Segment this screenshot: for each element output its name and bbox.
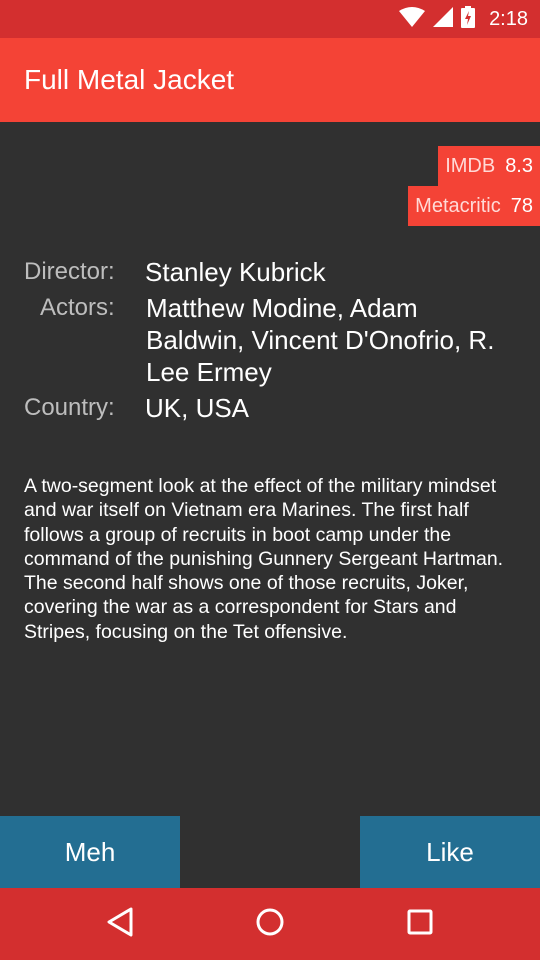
actors-label: Actors:: [40, 294, 115, 321]
country-value: UK, USA: [145, 393, 250, 423]
actors-value: Matthew Modine, Adam Baldwin, Vincent D'…: [146, 293, 495, 387]
director-label: Director:: [24, 258, 115, 285]
app-bar: Full Metal Jacket: [0, 38, 540, 122]
battery-charging-icon: [461, 5, 476, 33]
plot-summary: A two-segment look at the effect of the …: [24, 475, 504, 643]
status-time: 2:18: [489, 8, 528, 30]
country-label: Country:: [24, 394, 115, 421]
status-icons: 2:18: [399, 0, 528, 38]
navigation-bar: [0, 888, 540, 960]
back-icon: [106, 907, 134, 942]
metacritic-label: Metacritic: [415, 194, 501, 217]
movie-details: IMDB 8.3 Metacritic 78 Director: Stanley…: [0, 122, 540, 816]
page-title: Full Metal Jacket: [24, 64, 235, 95]
metacritic-rating-badge: Metacritic 78: [408, 186, 540, 226]
director-value: Stanley Kubrick: [145, 257, 326, 287]
imdb-label: IMDB: [445, 154, 496, 177]
metacritic-value: 78: [510, 194, 533, 217]
back-button[interactable]: [80, 888, 160, 960]
like-button[interactable]: Like: [360, 816, 540, 888]
recents-button[interactable]: [380, 888, 460, 960]
home-button[interactable]: [230, 888, 310, 960]
cell-signal-icon: [433, 6, 454, 32]
imdb-value: 8.3: [505, 154, 533, 177]
meh-button[interactable]: Meh: [0, 816, 180, 888]
imdb-rating-badge: IMDB 8.3: [438, 146, 540, 186]
recents-icon: [407, 909, 433, 940]
status-bar: 2:18: [0, 0, 540, 38]
home-icon: [255, 907, 285, 942]
wifi-icon: [399, 6, 426, 32]
